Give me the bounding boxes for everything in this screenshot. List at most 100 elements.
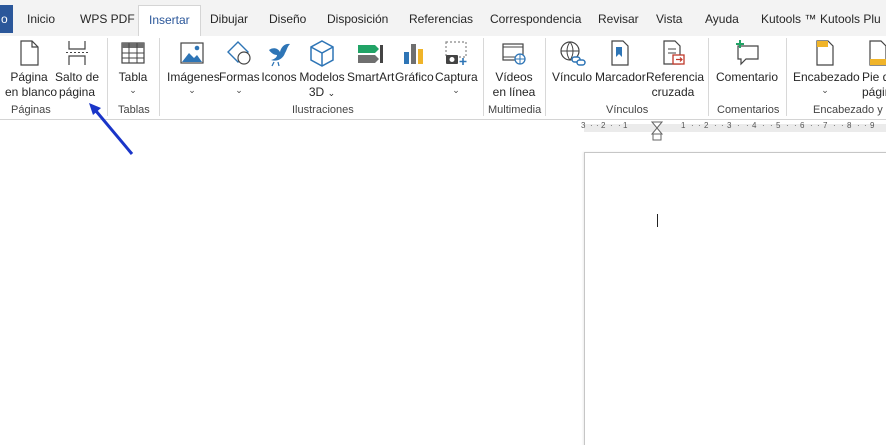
ruler-dot: · — [714, 121, 717, 130]
footer-button[interactable]: Pie d págin — [862, 36, 886, 100]
ruler-dot: · — [786, 121, 789, 130]
group-label-comentarios: Comentarios — [717, 104, 780, 116]
group-separator — [708, 38, 709, 116]
chevron-down-icon: ⌄ — [235, 85, 243, 95]
link-icon — [560, 41, 586, 66]
page-break-button[interactable]: Salto de página — [55, 36, 99, 100]
ruler-number: 1 — [681, 121, 686, 130]
ruler-dot: · — [833, 121, 836, 130]
tab-dibujar[interactable]: Dibujar — [210, 5, 248, 33]
tab-referencias[interactable]: Referencias — [409, 5, 473, 33]
chevron-down-icon: ⌄ — [452, 85, 460, 95]
bird-icon — [269, 43, 290, 67]
ruler-dot: · — [794, 121, 797, 130]
header-icon — [816, 40, 834, 66]
ruler-number: 5 — [776, 121, 781, 130]
group-separator — [786, 38, 787, 116]
table-button[interactable]: Tabla ⌄ — [114, 36, 152, 95]
cross-reference-icon — [663, 40, 685, 65]
ruler-number: 2 — [704, 121, 709, 130]
ruler-dot: · — [610, 121, 613, 130]
tab-ayuda[interactable]: Ayuda — [705, 5, 739, 33]
ruler-number: 4 — [752, 121, 757, 130]
ribbon: Página en blanco Salto de página Páginas… — [0, 36, 886, 120]
tab-kutools-plus[interactable]: Kutools Plu — [820, 5, 881, 33]
ruler-dot: · — [864, 121, 867, 130]
comment-icon — [736, 40, 759, 66]
ruler-dot: · — [817, 121, 820, 130]
tab-inicio[interactable]: Inicio — [27, 5, 55, 33]
screenshot-button[interactable]: Captura ⌄ — [435, 36, 478, 95]
group-label-encabezado: Encabezado y p — [813, 104, 886, 116]
smartart-icon — [358, 45, 383, 63]
text-cursor — [657, 214, 658, 227]
group-label-paginas: Páginas — [11, 104, 51, 116]
ruler-number: 6 — [800, 121, 805, 130]
shapes-button[interactable]: Formas ⌄ — [219, 36, 260, 95]
screenshot-icon — [445, 41, 467, 65]
blank-page-button[interactable]: Página en blanco — [5, 36, 57, 100]
ruler-number: 3 — [581, 121, 586, 130]
group-label-ilustraciones: Ilustraciones — [292, 104, 354, 116]
icons-button[interactable]: Iconos — [261, 36, 297, 85]
ruler-dot: · — [590, 121, 593, 130]
chevron-down-icon: ⌄ — [327, 88, 336, 98]
ruler-dot: · — [596, 121, 599, 130]
table-icon — [121, 42, 145, 64]
cube-icon — [310, 40, 334, 67]
ruler-dot: · — [746, 121, 749, 130]
online-video-button[interactable]: Vídeos en línea — [490, 36, 538, 100]
ruler-number: 3 — [727, 121, 732, 130]
tab-vista[interactable]: Vista — [656, 5, 682, 33]
ruler-number: 2 — [601, 121, 606, 130]
ruler-number: 9 — [870, 121, 875, 130]
tab-kutools[interactable]: Kutools ™ — [761, 5, 816, 33]
page-break-icon — [66, 41, 88, 65]
image-icon — [180, 42, 204, 64]
ruler-dot: · — [762, 121, 765, 130]
shapes-icon — [227, 41, 251, 65]
bookmark-icon — [611, 40, 629, 66]
footer-icon — [869, 40, 886, 66]
ruler-dot: · — [698, 121, 701, 130]
bookmark-button[interactable]: Marcador — [595, 36, 646, 85]
document-page[interactable] — [584, 152, 886, 445]
chevron-down-icon: ⌄ — [188, 85, 196, 95]
tab-file[interactable]: o — [0, 5, 13, 33]
tab-wps-pdf[interactable]: WPS PDF — [80, 5, 135, 33]
ruler-dot: · — [841, 121, 844, 130]
bar-chart-icon — [404, 44, 423, 64]
ribbon-tab-bar: o Inicio WPS PDF Insertar Dibujar Diseño… — [0, 0, 886, 37]
blank-page-icon — [20, 40, 39, 66]
smartart-button[interactable]: SmartArt — [347, 36, 394, 85]
group-separator — [545, 38, 546, 116]
cross-reference-button[interactable]: Referencia cruzada — [646, 36, 704, 100]
group-separator — [107, 38, 108, 116]
ruler-dot: · — [857, 121, 860, 130]
group-label-vinculos: Vínculos — [606, 104, 649, 116]
tab-insertar[interactable]: Insertar — [138, 5, 201, 37]
indent-marker-icon[interactable] — [651, 121, 663, 141]
3d-models-button[interactable]: Modelos 3D ⌄ — [299, 36, 345, 101]
ruler-dot: · — [737, 121, 740, 130]
tab-correspondencia[interactable]: Correspondencia — [490, 5, 581, 33]
group-separator — [159, 38, 160, 116]
group-separator — [483, 38, 484, 116]
group-label-tablas: Tablas — [118, 104, 150, 116]
ruler-number: 7 — [823, 121, 828, 130]
ruler-dot: · — [691, 121, 694, 130]
ruler-number: 1 — [623, 121, 628, 130]
link-button[interactable]: Vínculo — [551, 36, 593, 85]
chart-button[interactable]: Gráfico — [395, 36, 434, 85]
chevron-down-icon: ⌄ — [129, 85, 137, 95]
tab-disposicion[interactable]: Disposición — [327, 5, 388, 33]
comment-button[interactable]: Comentario — [715, 36, 779, 85]
ruler-dot: · — [770, 121, 773, 130]
group-label-multimedia: Multimedia — [488, 104, 542, 116]
header-button[interactable]: Encabezado ⌄ — [793, 36, 860, 95]
images-button[interactable]: Imágenes ⌄ — [167, 36, 220, 95]
tab-diseno[interactable]: Diseño — [269, 5, 306, 33]
tab-revisar[interactable]: Revisar — [598, 5, 639, 33]
ruler-dot: · — [618, 121, 621, 130]
ruler-dot: · — [721, 121, 724, 130]
